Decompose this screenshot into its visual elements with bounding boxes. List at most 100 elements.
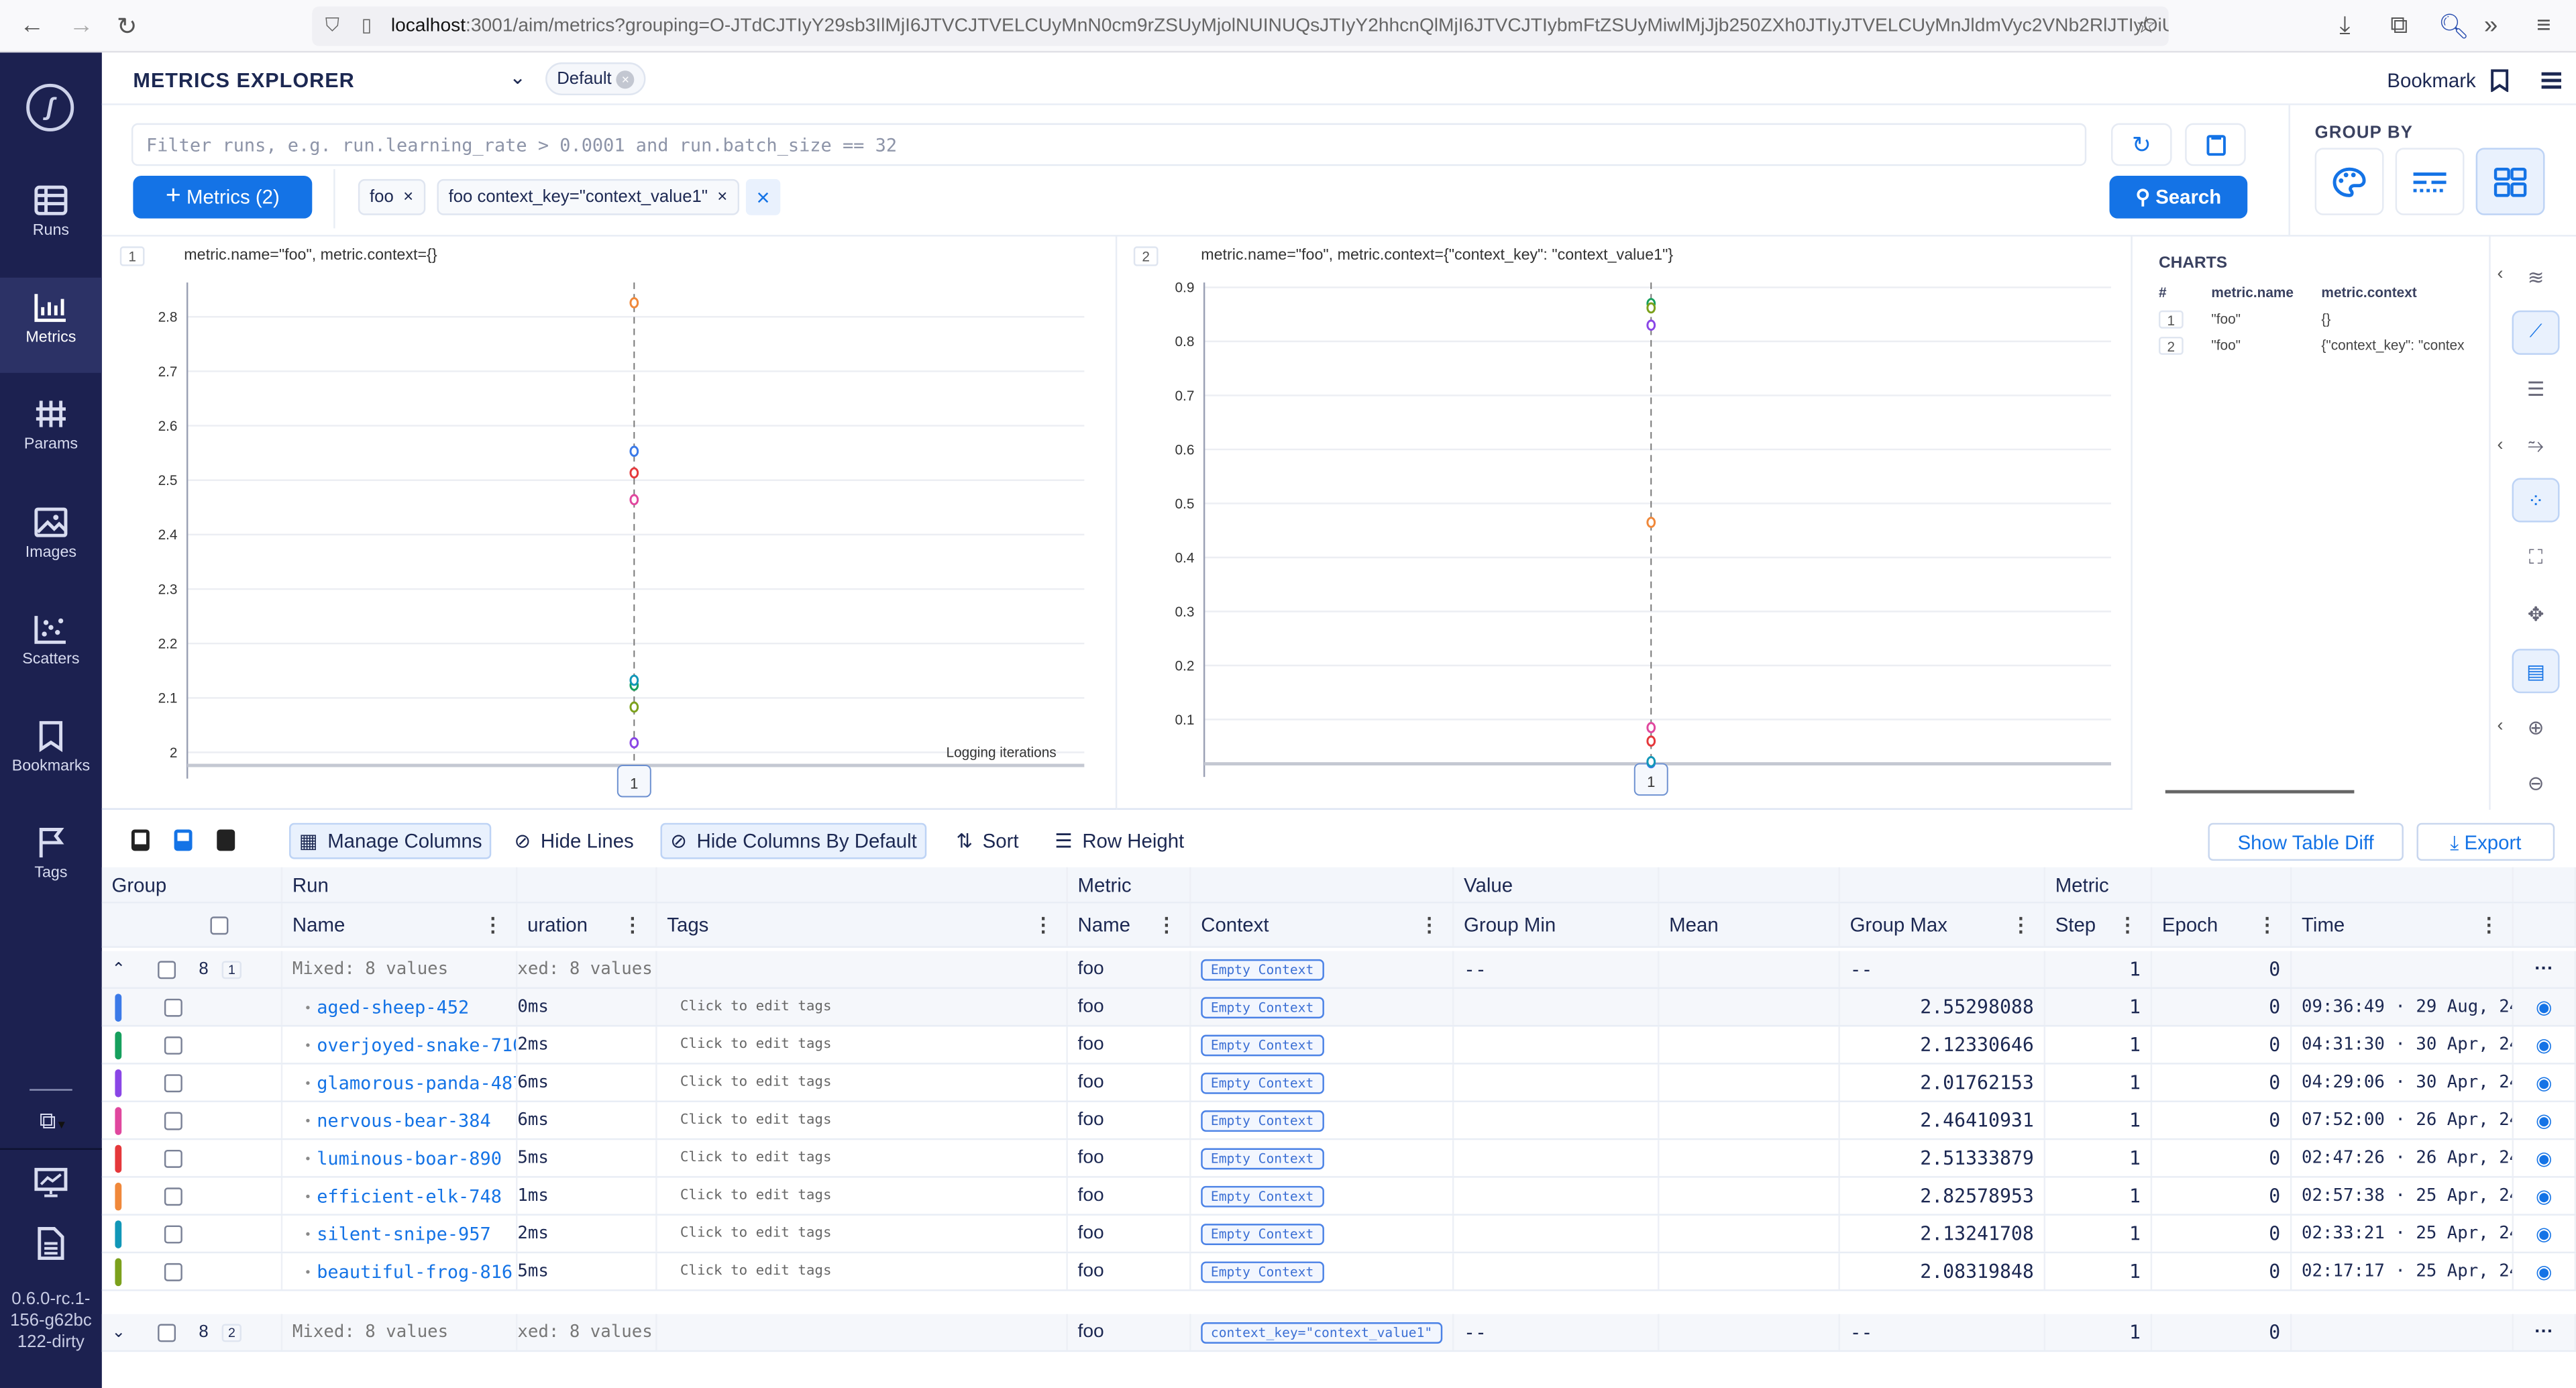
column-menu-icon[interactable]: ⋮ bbox=[2479, 913, 2499, 936]
row-checkbox[interactable] bbox=[164, 1073, 182, 1092]
edit-tags[interactable]: Click to edit tags bbox=[657, 1177, 1068, 1214]
table-row[interactable]: • beautiful-frog-816 5ms Click to edit ta… bbox=[101, 1253, 2576, 1291]
table-half-icon[interactable] bbox=[174, 829, 193, 851]
metric-tag[interactable]: foo context_key="context_value1" × bbox=[437, 178, 739, 215]
column-header-time[interactable]: Time ⋮ bbox=[2292, 903, 2514, 947]
edit-tags[interactable]: Click to edit tags bbox=[657, 1102, 1068, 1138]
menu-icon[interactable]: ≡ bbox=[2536, 11, 2551, 40]
add-metrics-button[interactable]: + Metrics (2) bbox=[133, 175, 313, 219]
row-checkbox[interactable] bbox=[164, 998, 182, 1016]
ignore-outliers-icon[interactable]: ⥲ bbox=[2512, 424, 2560, 468]
edit-tags[interactable]: Click to edit tags bbox=[657, 1026, 1068, 1063]
horizontal-scrollbar[interactable] bbox=[2165, 790, 2355, 794]
bookmark-icon[interactable] bbox=[2489, 69, 2510, 93]
smoothing-icon[interactable]: ≋ bbox=[2512, 255, 2560, 299]
filter-input[interactable]: Filter runs, e.g. run.learning_rate > 0.… bbox=[131, 123, 2087, 166]
zoom-out-icon[interactable]: ⊖ bbox=[2512, 761, 2560, 805]
sidebar-item-tags[interactable]: Tags bbox=[0, 813, 102, 908]
line-style-icon[interactable]: ☰ bbox=[2512, 366, 2560, 411]
column-header-group-max[interactable]: Group Max ⋮ bbox=[1840, 903, 2046, 947]
reload-icon[interactable]: ↻ bbox=[117, 11, 138, 42]
chevron-left-icon[interactable]: ‹ bbox=[2497, 435, 2503, 455]
edit-tags[interactable]: Click to edit tags bbox=[657, 1253, 1068, 1290]
zoom-icon[interactable]: 🔍︎ bbox=[2438, 11, 2469, 42]
eye-icon[interactable]: ◉ bbox=[2514, 1215, 2576, 1252]
table-row[interactable]: • efficient-elk-748 1ms Click to edit tag… bbox=[101, 1177, 2576, 1216]
url-bar[interactable]: ⛉ ▯ localhost:3001/aim/metrics?grouping=… bbox=[312, 6, 2169, 46]
table-row[interactable]: • overjoyed-snake-710 2ms Click to edit t… bbox=[101, 1026, 2576, 1065]
column-menu-icon[interactable]: ⋮ bbox=[1419, 913, 1439, 936]
run-link[interactable]: overjoyed-snake-710 bbox=[317, 1034, 516, 1055]
table-full-icon[interactable] bbox=[217, 829, 235, 851]
column-header-metric-name[interactable]: Name ⋮ bbox=[1068, 903, 1191, 947]
hierarchy-icon[interactable]: ⧉▼ bbox=[40, 1107, 67, 1135]
column-header-name[interactable]: Name ⋮ bbox=[282, 903, 518, 947]
column-header-mean[interactable]: Mean bbox=[1659, 903, 1840, 947]
run-link[interactable]: luminous-boar-890 bbox=[317, 1147, 502, 1169]
hide-columns-default-button[interactable]: ⊘ Hide Columns By Default bbox=[660, 822, 927, 859]
column-header-duration[interactable]: uration ⋮ bbox=[517, 903, 657, 947]
column-menu-icon[interactable]: ⋮ bbox=[2257, 913, 2277, 936]
refresh-button[interactable]: ↻ bbox=[2110, 123, 2172, 166]
table-row[interactable]: • nervous-bear-384 6ms Click to edit tags… bbox=[101, 1102, 2576, 1140]
chevron-down-icon[interactable]: ⌄ bbox=[509, 66, 526, 89]
eye-icon[interactable]: ◉ bbox=[2514, 1064, 2576, 1101]
sidebar-item-runs[interactable]: Runs bbox=[0, 171, 102, 266]
table-row[interactable]: • luminous-boar-890 5ms Click to edit tag… bbox=[101, 1140, 2576, 1178]
sidebar-item-images[interactable]: Images bbox=[0, 493, 102, 588]
hide-lines-button[interactable]: ⊘ Hide Lines bbox=[506, 823, 642, 859]
column-header-context[interactable]: Context ⋮ bbox=[1191, 903, 1454, 947]
eye-icon[interactable]: ◉ bbox=[2514, 1177, 2576, 1214]
star-icon[interactable]: ☆ bbox=[2136, 11, 2157, 40]
show-table-diff-button[interactable]: Show Table Diff bbox=[2208, 822, 2404, 861]
column-header-epoch[interactable]: Epoch ⋮ bbox=[2152, 903, 2292, 947]
monitor-icon[interactable] bbox=[33, 1166, 69, 1199]
export-button[interactable]: ⤓ Export bbox=[2416, 822, 2555, 861]
aim-logo[interactable]: ʃ bbox=[26, 83, 74, 131]
row-checkbox[interactable] bbox=[164, 1262, 182, 1281]
row-checkbox[interactable] bbox=[164, 1111, 182, 1130]
group-by-chart-button[interactable] bbox=[2475, 148, 2545, 215]
more-options-icon[interactable]: ··· bbox=[2514, 1314, 2576, 1350]
eye-icon[interactable]: ◉ bbox=[2514, 988, 2576, 1025]
edit-tags[interactable]: Click to edit tags bbox=[657, 1064, 1068, 1101]
remove-tag-icon[interactable]: × bbox=[717, 187, 727, 207]
row-checkbox[interactable] bbox=[158, 960, 176, 979]
manage-columns-button[interactable]: ▦ Manage Columns bbox=[289, 822, 492, 859]
table-row[interactable]: • aged-sheep-452 0ms Click to edit tags f… bbox=[101, 988, 2576, 1027]
column-menu-icon[interactable]: ⋮ bbox=[1157, 913, 1176, 936]
row-checkbox[interactable] bbox=[158, 1323, 176, 1342]
group-row[interactable]: ⌄ 8 2 Mixed: 8 values xed: 8 values foo co… bbox=[101, 1314, 2576, 1352]
sidebar-item-metrics[interactable]: Metrics bbox=[0, 277, 102, 373]
table-row[interactable]: • silent-snipe-957 2ms Click to edit tags… bbox=[101, 1215, 2576, 1254]
back-icon[interactable]: ← bbox=[19, 11, 44, 40]
move-icon[interactable]: ✥ bbox=[2512, 591, 2560, 635]
run-link[interactable]: aged-sheep-452 bbox=[317, 996, 469, 1018]
sidebar-item-bookmarks[interactable]: Bookmarks bbox=[0, 706, 102, 802]
hamburger-menu-icon[interactable] bbox=[2540, 70, 2563, 90]
view-chip[interactable]: Default × bbox=[545, 62, 646, 96]
column-header-group-min[interactable]: Group Min bbox=[1454, 903, 1660, 947]
row-checkbox[interactable] bbox=[164, 1187, 182, 1205]
column-menu-icon[interactable]: ⋮ bbox=[1033, 913, 1053, 936]
highlight-mode-icon[interactable]: ⁘ bbox=[2512, 478, 2560, 523]
edit-tags[interactable]: Click to edit tags bbox=[657, 1215, 1068, 1252]
run-link[interactable]: beautiful-frog-816 bbox=[317, 1261, 513, 1282]
sidebar-item-scatters[interactable]: Scatters bbox=[0, 600, 102, 695]
bookmark-button[interactable]: Bookmark bbox=[2387, 69, 2475, 92]
chevron-left-icon[interactable]: ‹ bbox=[2497, 716, 2503, 736]
document-icon[interactable] bbox=[34, 1226, 67, 1262]
search-button[interactable]: ⚲ Search bbox=[2109, 175, 2248, 219]
run-link[interactable]: silent-snipe-957 bbox=[317, 1223, 491, 1244]
eye-icon[interactable]: ◉ bbox=[2514, 1102, 2576, 1138]
column-menu-icon[interactable]: ⋮ bbox=[483, 913, 502, 936]
column-header-step[interactable]: Step ⋮ bbox=[2045, 903, 2153, 947]
remove-tag-icon[interactable]: × bbox=[403, 187, 413, 207]
table-row[interactable]: • glamorous-panda-487 6ms Click to edit t… bbox=[101, 1064, 2576, 1102]
group-by-color-button[interactable] bbox=[2314, 148, 2384, 215]
select-all-checkbox[interactable] bbox=[210, 916, 229, 934]
chevron-down-icon[interactable]: ⌄ bbox=[112, 1323, 138, 1341]
overflow-icon[interactable]: » bbox=[2484, 11, 2498, 40]
copy-button[interactable] bbox=[2185, 123, 2246, 166]
edit-tags[interactable]: Click to edit tags bbox=[657, 988, 1068, 1025]
